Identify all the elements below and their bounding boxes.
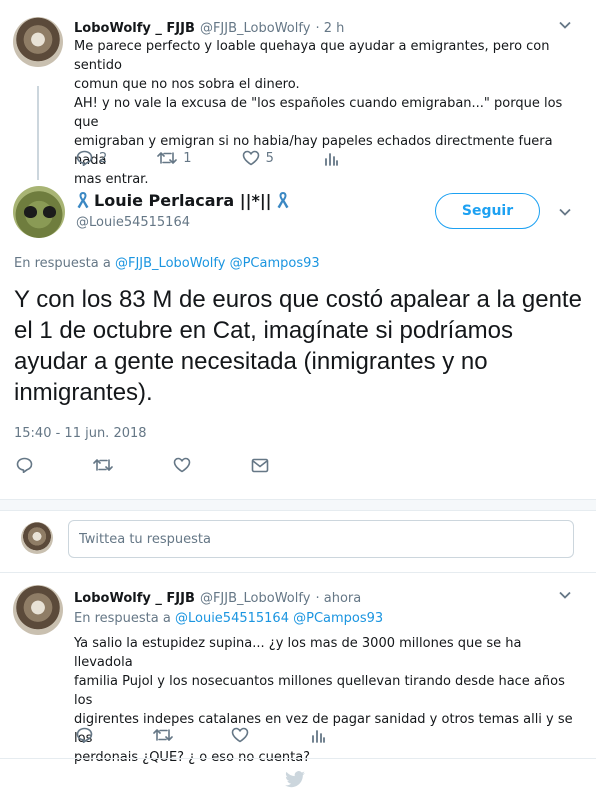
mention-link[interactable]: @PCampos93 [230,256,320,271]
retweet-button[interactable]: 1 [157,150,192,166]
analytics-icon [312,730,325,743]
mention-link[interactable]: @PCampos93 [293,611,383,626]
heart-icon [173,457,191,473]
heart-icon [242,150,259,166]
reply-input[interactable] [69,521,573,557]
analytics-button[interactable] [311,727,325,743]
analytics-button[interactable] [324,150,338,166]
reply-prefix: En respuesta a [74,611,171,626]
section-gap [0,500,596,510]
retweet-icon [93,459,113,471]
reply-icon [76,727,93,743]
author-name[interactable]: LoboWolfy _ FJJB [74,591,195,606]
author-line: Louie Perlacara ||*|| [76,190,290,210]
ribbon-icon [277,192,289,209]
avatar[interactable] [13,585,63,635]
tweet-line: Me parece perfecto y loable quehaya que … [74,39,550,73]
follow-button[interactable]: Seguir [435,193,540,229]
reply-button[interactable] [16,457,33,473]
retweet-button[interactable] [93,457,113,473]
reply-compose[interactable] [68,520,574,558]
tweet-time[interactable]: · ahora [315,591,361,606]
retweet-button[interactable] [153,727,173,743]
heart-icon [231,727,249,743]
tweet-text: Y con los 83 M de euros que costó apalea… [14,286,582,406]
avatar[interactable] [13,17,63,67]
retweet-count: 1 [183,150,192,166]
reply-prefix: En respuesta a [14,256,111,271]
twitter-bird-icon [285,771,305,788]
retweet-icon [153,729,173,741]
tweet-line: comun que no nos sobra el dinero. [74,77,300,92]
tweet-header: LoboWolfy _ FJJB @FJJB_LoboWolfy · 2 h [74,17,344,36]
tweet-timestamp[interactable]: 15:40 - 11 jun. 2018 [14,426,147,441]
ribbon-icon [77,192,89,209]
divider [0,758,596,759]
author-handle[interactable]: @FJJB_LoboWolfy [200,21,310,36]
envelope-icon [251,458,269,472]
reply-count: 2 [99,150,108,166]
divider [0,572,596,573]
direct-message-button[interactable] [251,458,269,473]
author-handle[interactable]: @Louie54515164 [76,215,190,230]
like-count: 5 [265,150,274,166]
tweet-header: LoboWolfy _ FJJB @FJJB_LoboWolfy · ahora [74,587,361,606]
thread-connector [37,86,39,180]
mention-link[interactable]: @FJJB_LoboWolfy [115,256,225,271]
divider [0,510,596,511]
tweet-line: familia Pujol y los nosecuantos millones… [74,674,565,708]
author-name[interactable]: Louie Perlacara ||*|| [94,191,272,210]
tweet-text: Ya salio la estupidez supina... ¿y los m… [74,634,579,767]
chevron-down-icon[interactable] [558,18,572,32]
author-handle[interactable]: @FJJB_LoboWolfy [200,591,310,606]
tweet-time[interactable]: · 2 h [315,21,344,36]
reply-context: En respuesta a @Louie54515164 @PCampos93 [74,611,383,626]
sunglasses-image [24,206,56,219]
reply-button[interactable]: 2 [76,150,107,166]
avatar [21,522,53,554]
like-button[interactable] [173,457,191,473]
reply-button[interactable] [76,727,93,743]
tweet-actions: 2 1 5 [76,150,388,166]
avatar[interactable] [13,186,65,238]
tweet-actions [76,727,375,743]
retweet-icon [157,152,178,164]
analytics-icon [324,153,338,166]
tweet-text: Me parece perfecto y loable quehaya que … [74,37,574,189]
mention-link[interactable]: @Louie54515164 [175,611,289,626]
chevron-down-icon[interactable] [558,205,572,219]
tweet-line: AH! y no vale la excusa de "los españole… [74,96,563,130]
reply-context: En respuesta a @FJJB_LoboWolfy @PCampos9… [14,256,320,271]
chevron-down-icon[interactable] [558,588,572,602]
tweet-line: mas entrar. [74,172,149,187]
like-button[interactable]: 5 [242,150,274,166]
reply-icon [16,457,33,473]
reply-icon [76,150,93,166]
author-name[interactable]: LoboWolfy _ FJJB [74,21,195,36]
tweet-actions [16,457,319,473]
like-button[interactable] [231,727,249,743]
tweet-line: Ya salio la estupidez supina... ¿y los m… [74,636,522,670]
